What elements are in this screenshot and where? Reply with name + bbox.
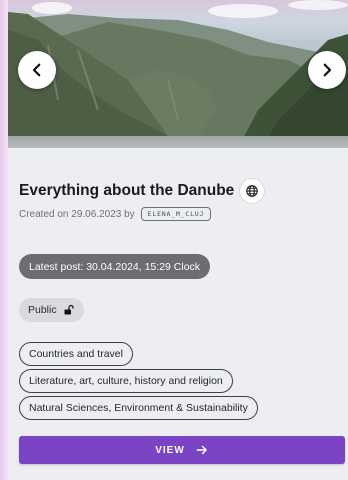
hero-image (8, 0, 348, 148)
visibility-chip: Public (19, 298, 84, 322)
hero-river (8, 136, 348, 148)
tag-label: Natural Sciences, Environment & Sustaina… (29, 402, 248, 414)
carousel-next-button[interactable] (308, 51, 346, 89)
hero-mountains (8, 12, 348, 148)
card-title[interactable]: Everything about the Danube (19, 182, 234, 200)
latest-post-chip: Latest post: 30.04.2024, 15:29 Clock (19, 254, 211, 279)
carousel-prev-button[interactable] (18, 51, 56, 89)
arrow-right-icon (196, 445, 207, 455)
tag-chip[interactable]: Countries and travel (19, 342, 133, 366)
topic-card: Everything about the Danube Created on 2… (8, 0, 348, 480)
card-title-row: Everything about the Danube (19, 179, 265, 203)
tag-chip[interactable]: Literature, art, culture, history and re… (19, 369, 233, 393)
tag-chip[interactable]: Natural Sciences, Environment & Sustaina… (19, 396, 258, 420)
view-button[interactable]: VIEW (19, 436, 345, 464)
author-chip[interactable]: ELENA_M_CLUJ (140, 207, 212, 221)
created-meta: Created on 29.06.2023 by ELENA_M_CLUJ (19, 207, 212, 221)
chevron-right-icon (323, 63, 332, 77)
globe-icon (246, 185, 259, 197)
chevron-left-icon (32, 63, 41, 77)
visibility-text: Public (28, 304, 57, 316)
tag-label: Countries and travel (29, 348, 123, 360)
unlock-icon (64, 304, 74, 315)
view-button-label: VIEW (155, 444, 185, 456)
tag-label: Literature, art, culture, history and re… (29, 375, 223, 387)
created-text: Created on 29.06.2023 by (19, 208, 135, 220)
globe-button[interactable] (240, 179, 265, 203)
latest-post-text: Latest post: 30.04.2024, 15:29 Clock (29, 260, 201, 273)
